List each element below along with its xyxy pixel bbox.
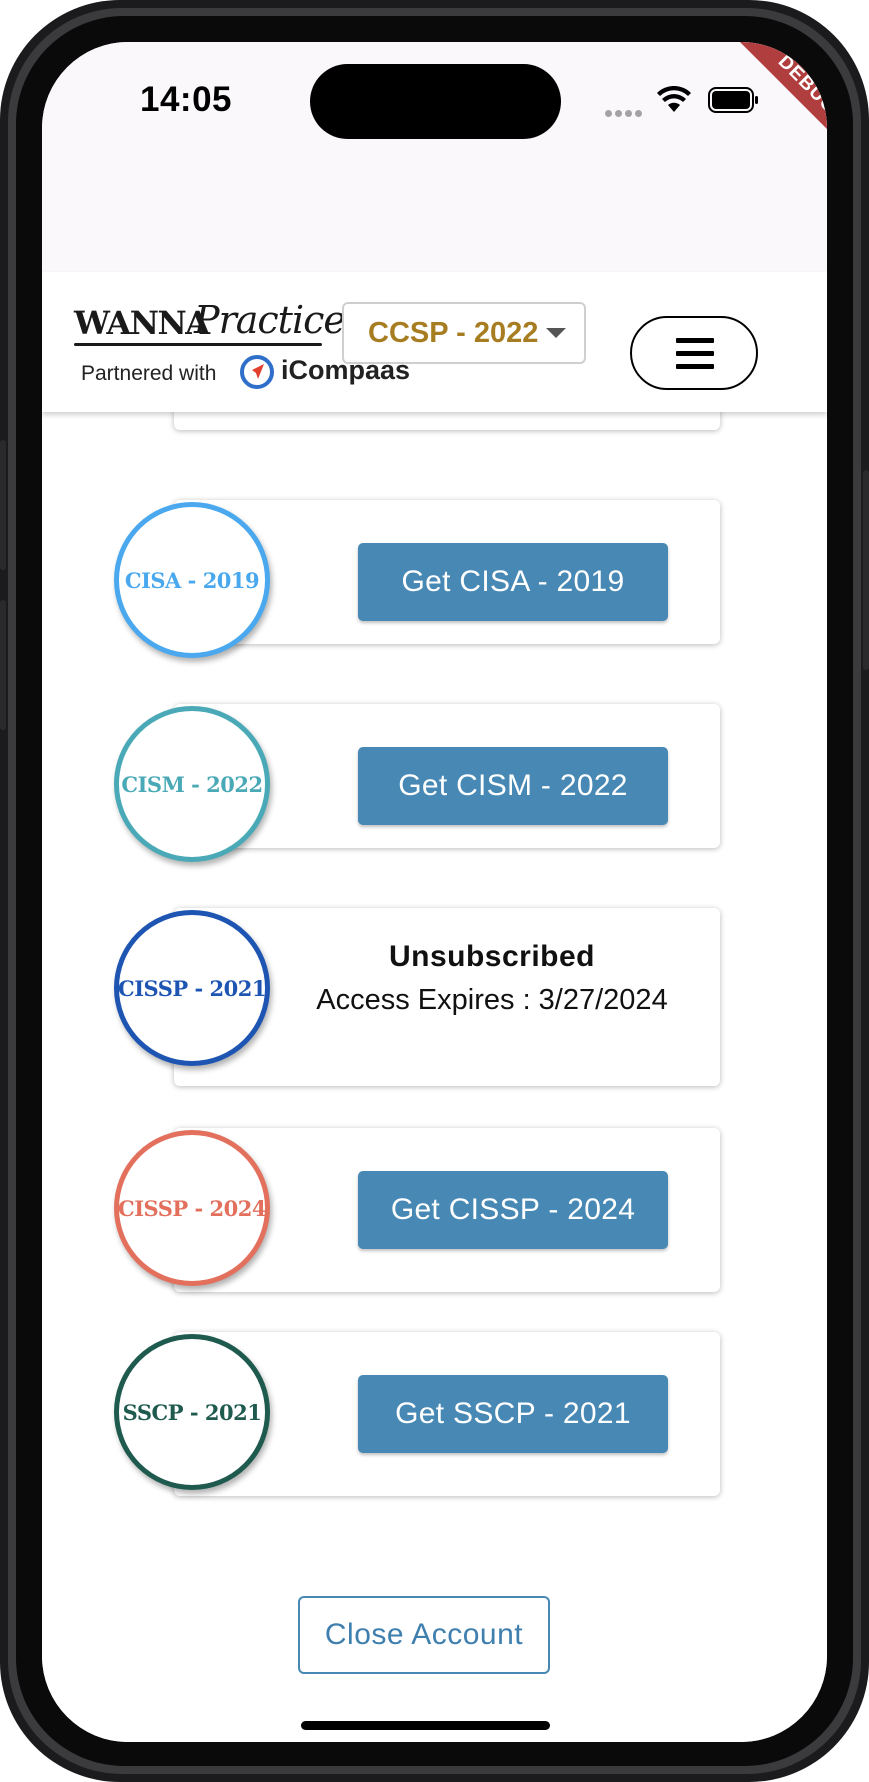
logo-practice-text: Practice — [194, 298, 346, 342]
status-time: 14:05 — [140, 80, 233, 119]
volume-down-button — [0, 600, 6, 730]
get-cissp-2024-button[interactable]: Get CISSP - 2024 — [358, 1171, 668, 1249]
cert-badge-label: CISA - 2019 — [124, 567, 260, 593]
access-expiry: Access Expires : 3/27/2024 — [316, 984, 668, 1016]
cert-badge-label: CISSP - 2021 — [118, 975, 266, 1001]
certifications-list[interactable]: CISA - 2019 Get CISA - 2019 CISM - 2022 … — [42, 382, 827, 1742]
status-bar: 14:05 DEBUG — [42, 42, 827, 272]
hamburger-menu-icon — [676, 338, 714, 343]
caret-down-icon — [546, 328, 566, 338]
menu-button[interactable] — [630, 316, 758, 390]
logo-wanna-text: WANNA — [74, 304, 210, 342]
dynamic-island — [310, 64, 561, 139]
cert-badge: SSCP - 2021 — [114, 1334, 270, 1490]
app-header: WANNA Practice Partnered with iCompaas C… — [42, 272, 827, 412]
home-indicator[interactable] — [301, 1721, 550, 1730]
wifi-icon — [657, 86, 691, 112]
power-button — [863, 470, 869, 670]
partner-prefix: Partnered with — [81, 362, 217, 385]
certification-selector-value: CCSP - 2022 — [368, 317, 539, 349]
cert-badge: CISM - 2022 — [114, 706, 270, 862]
cert-badge: CISA - 2019 — [114, 502, 270, 658]
hamburger-menu-icon — [676, 364, 714, 369]
cert-badge: CISSP - 2021 — [114, 910, 270, 1066]
cert-badge-label: SSCP - 2021 — [122, 1399, 262, 1425]
subscription-status: Unsubscribed — [388, 940, 596, 973]
cert-badge-label: CISM - 2022 — [121, 771, 263, 797]
certification-selector[interactable]: CCSP - 2022 — [342, 302, 586, 364]
get-sscp-2021-button[interactable]: Get SSCP - 2021 — [358, 1375, 668, 1453]
compass-icon — [240, 355, 274, 389]
hamburger-menu-icon — [676, 351, 714, 356]
close-account-button[interactable]: Close Account — [298, 1596, 550, 1674]
logo-underline — [74, 343, 322, 346]
battery-icon — [708, 87, 758, 113]
wannapractice-logo[interactable]: WANNA Practice — [74, 298, 346, 350]
cellular-signal-icon — [605, 104, 645, 122]
get-cisa-2019-button[interactable]: Get CISA - 2019 — [358, 543, 668, 621]
cert-badge-label: CISSP - 2024 — [118, 1195, 266, 1221]
get-cism-2022-button[interactable]: Get CISM - 2022 — [358, 747, 668, 825]
cert-badge: CISSP - 2024 — [114, 1130, 270, 1286]
volume-up-button — [0, 440, 6, 570]
app-screen: 14:05 DEBUG WANNA Practice Partnered wit… — [42, 42, 827, 1742]
